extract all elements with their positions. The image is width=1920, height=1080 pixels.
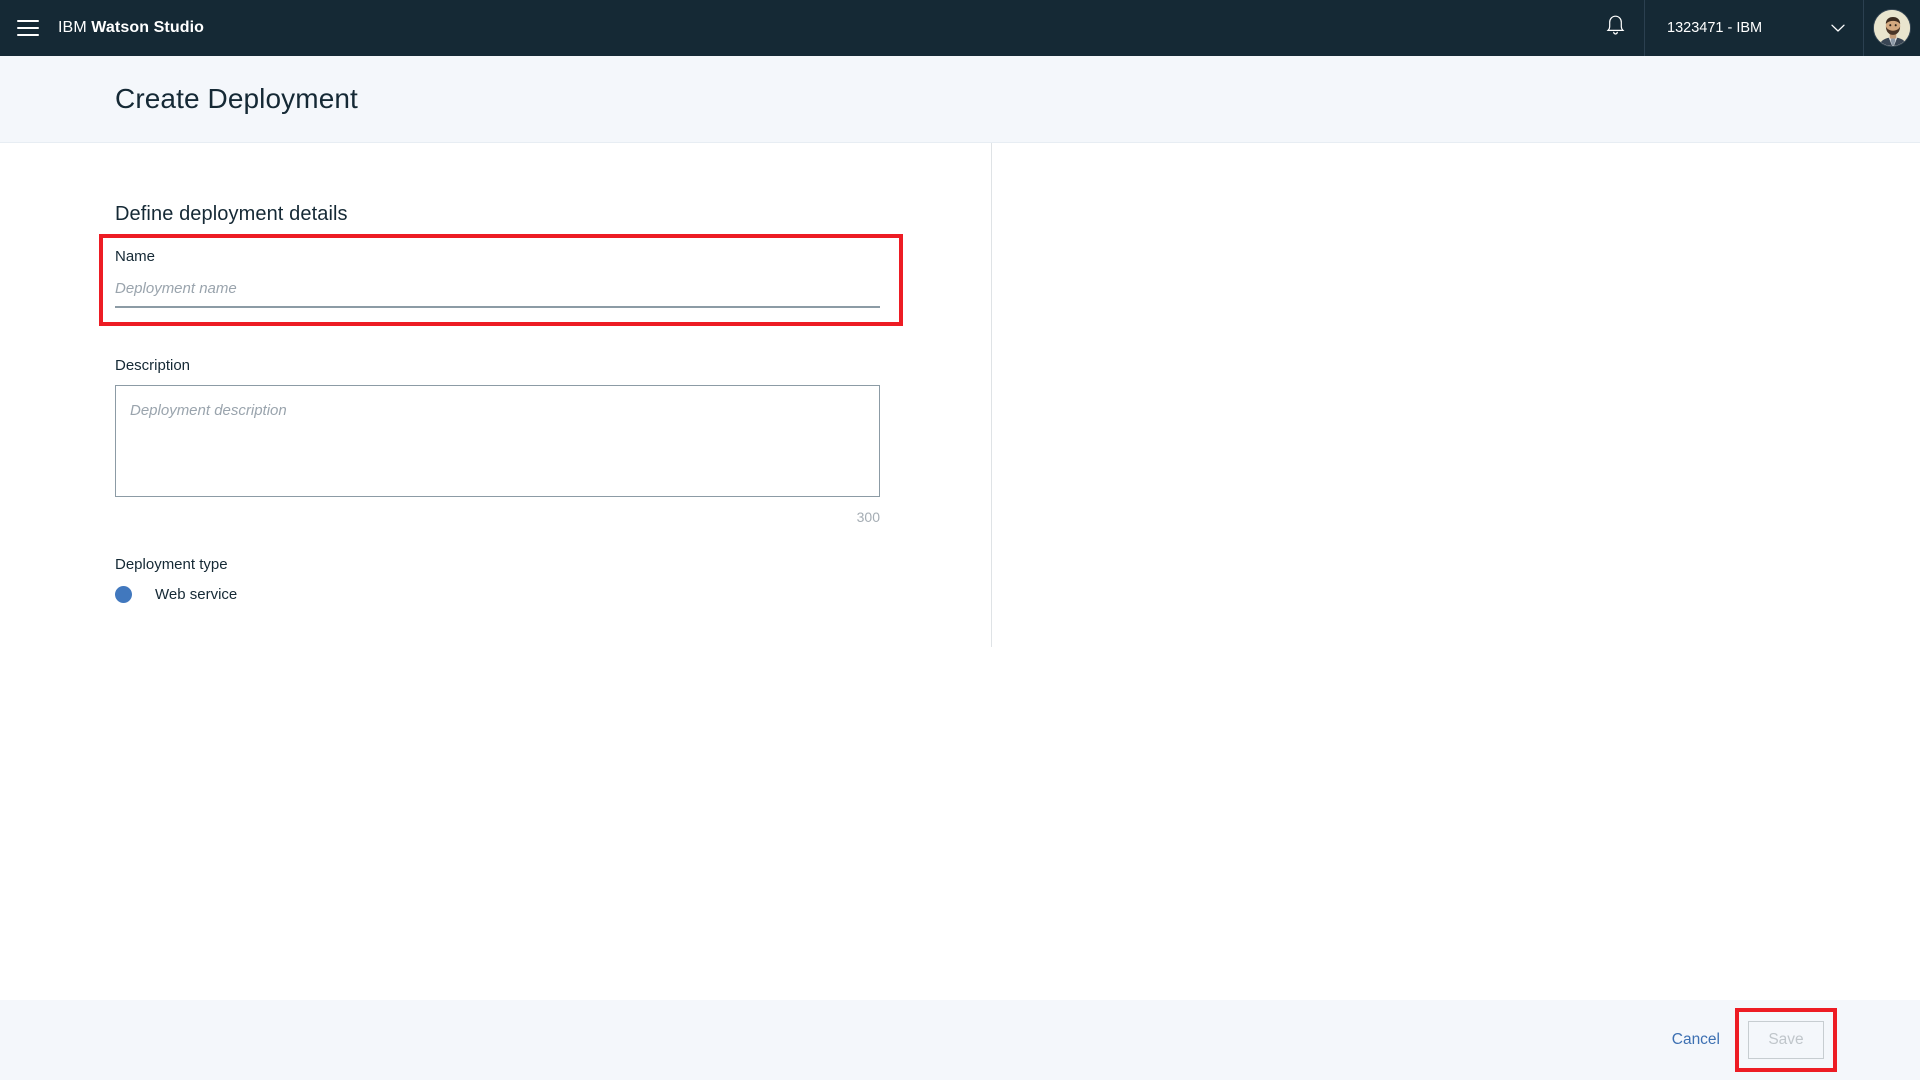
deployment-type-label: Deployment type [115,556,228,573]
bell-icon [1605,14,1626,42]
name-input[interactable] [115,276,880,308]
name-field-label: Name [115,248,156,265]
hamburger-menu-icon[interactable] [0,0,56,56]
description-char-counter: 300 [856,509,880,525]
save-button[interactable]: Save [1748,1021,1824,1059]
radio-option-web-service[interactable]: Web service [115,586,237,603]
save-button-wrapper: Save [1735,1008,1837,1072]
notifications-button[interactable] [1586,0,1644,56]
page-header: Create Deployment [0,56,1920,143]
account-label: 1323471 - IBM [1667,20,1763,36]
hamburger-line [17,27,39,29]
description-field-group: Description 300 [115,357,915,525]
radio-option-label: Web service [155,586,238,603]
cancel-button[interactable]: Cancel [1672,1031,1720,1049]
main-content-panel: Define deployment details Name Descripti… [0,143,1920,1000]
section-heading: Define deployment details [115,203,348,225]
page-title: Create Deployment [115,83,358,114]
brand-ibm-label: IBM [58,19,87,36]
user-avatar-button[interactable] [1864,0,1920,56]
deployment-type-group: Deployment type Web service [115,556,915,603]
radio-selected-icon [115,586,132,603]
brand-title[interactable]: IBM Watson Studio [58,19,204,37]
content-vertical-divider [991,143,992,647]
deployment-form: Define deployment details Name Descripti… [99,203,915,603]
description-field-label: Description [115,357,191,374]
footer-action-bar: Cancel Save [0,1000,1920,1080]
account-selector[interactable]: 1323471 - IBM [1644,0,1864,56]
description-textarea[interactable] [115,385,880,497]
hamburger-line [17,34,39,36]
brand-product-label: Watson Studio [91,19,204,36]
name-field-group: Name [99,234,915,326]
avatar [1873,9,1911,47]
chevron-down-icon [1785,24,1845,33]
top-navigation-bar: IBM Watson Studio 1323471 - IBM [0,0,1920,56]
hamburger-line [17,20,39,22]
top-navigation-right: 1323471 - IBM [1586,0,1920,56]
app-root: IBM Watson Studio 1323471 - IBM Create D… [0,0,1920,1080]
